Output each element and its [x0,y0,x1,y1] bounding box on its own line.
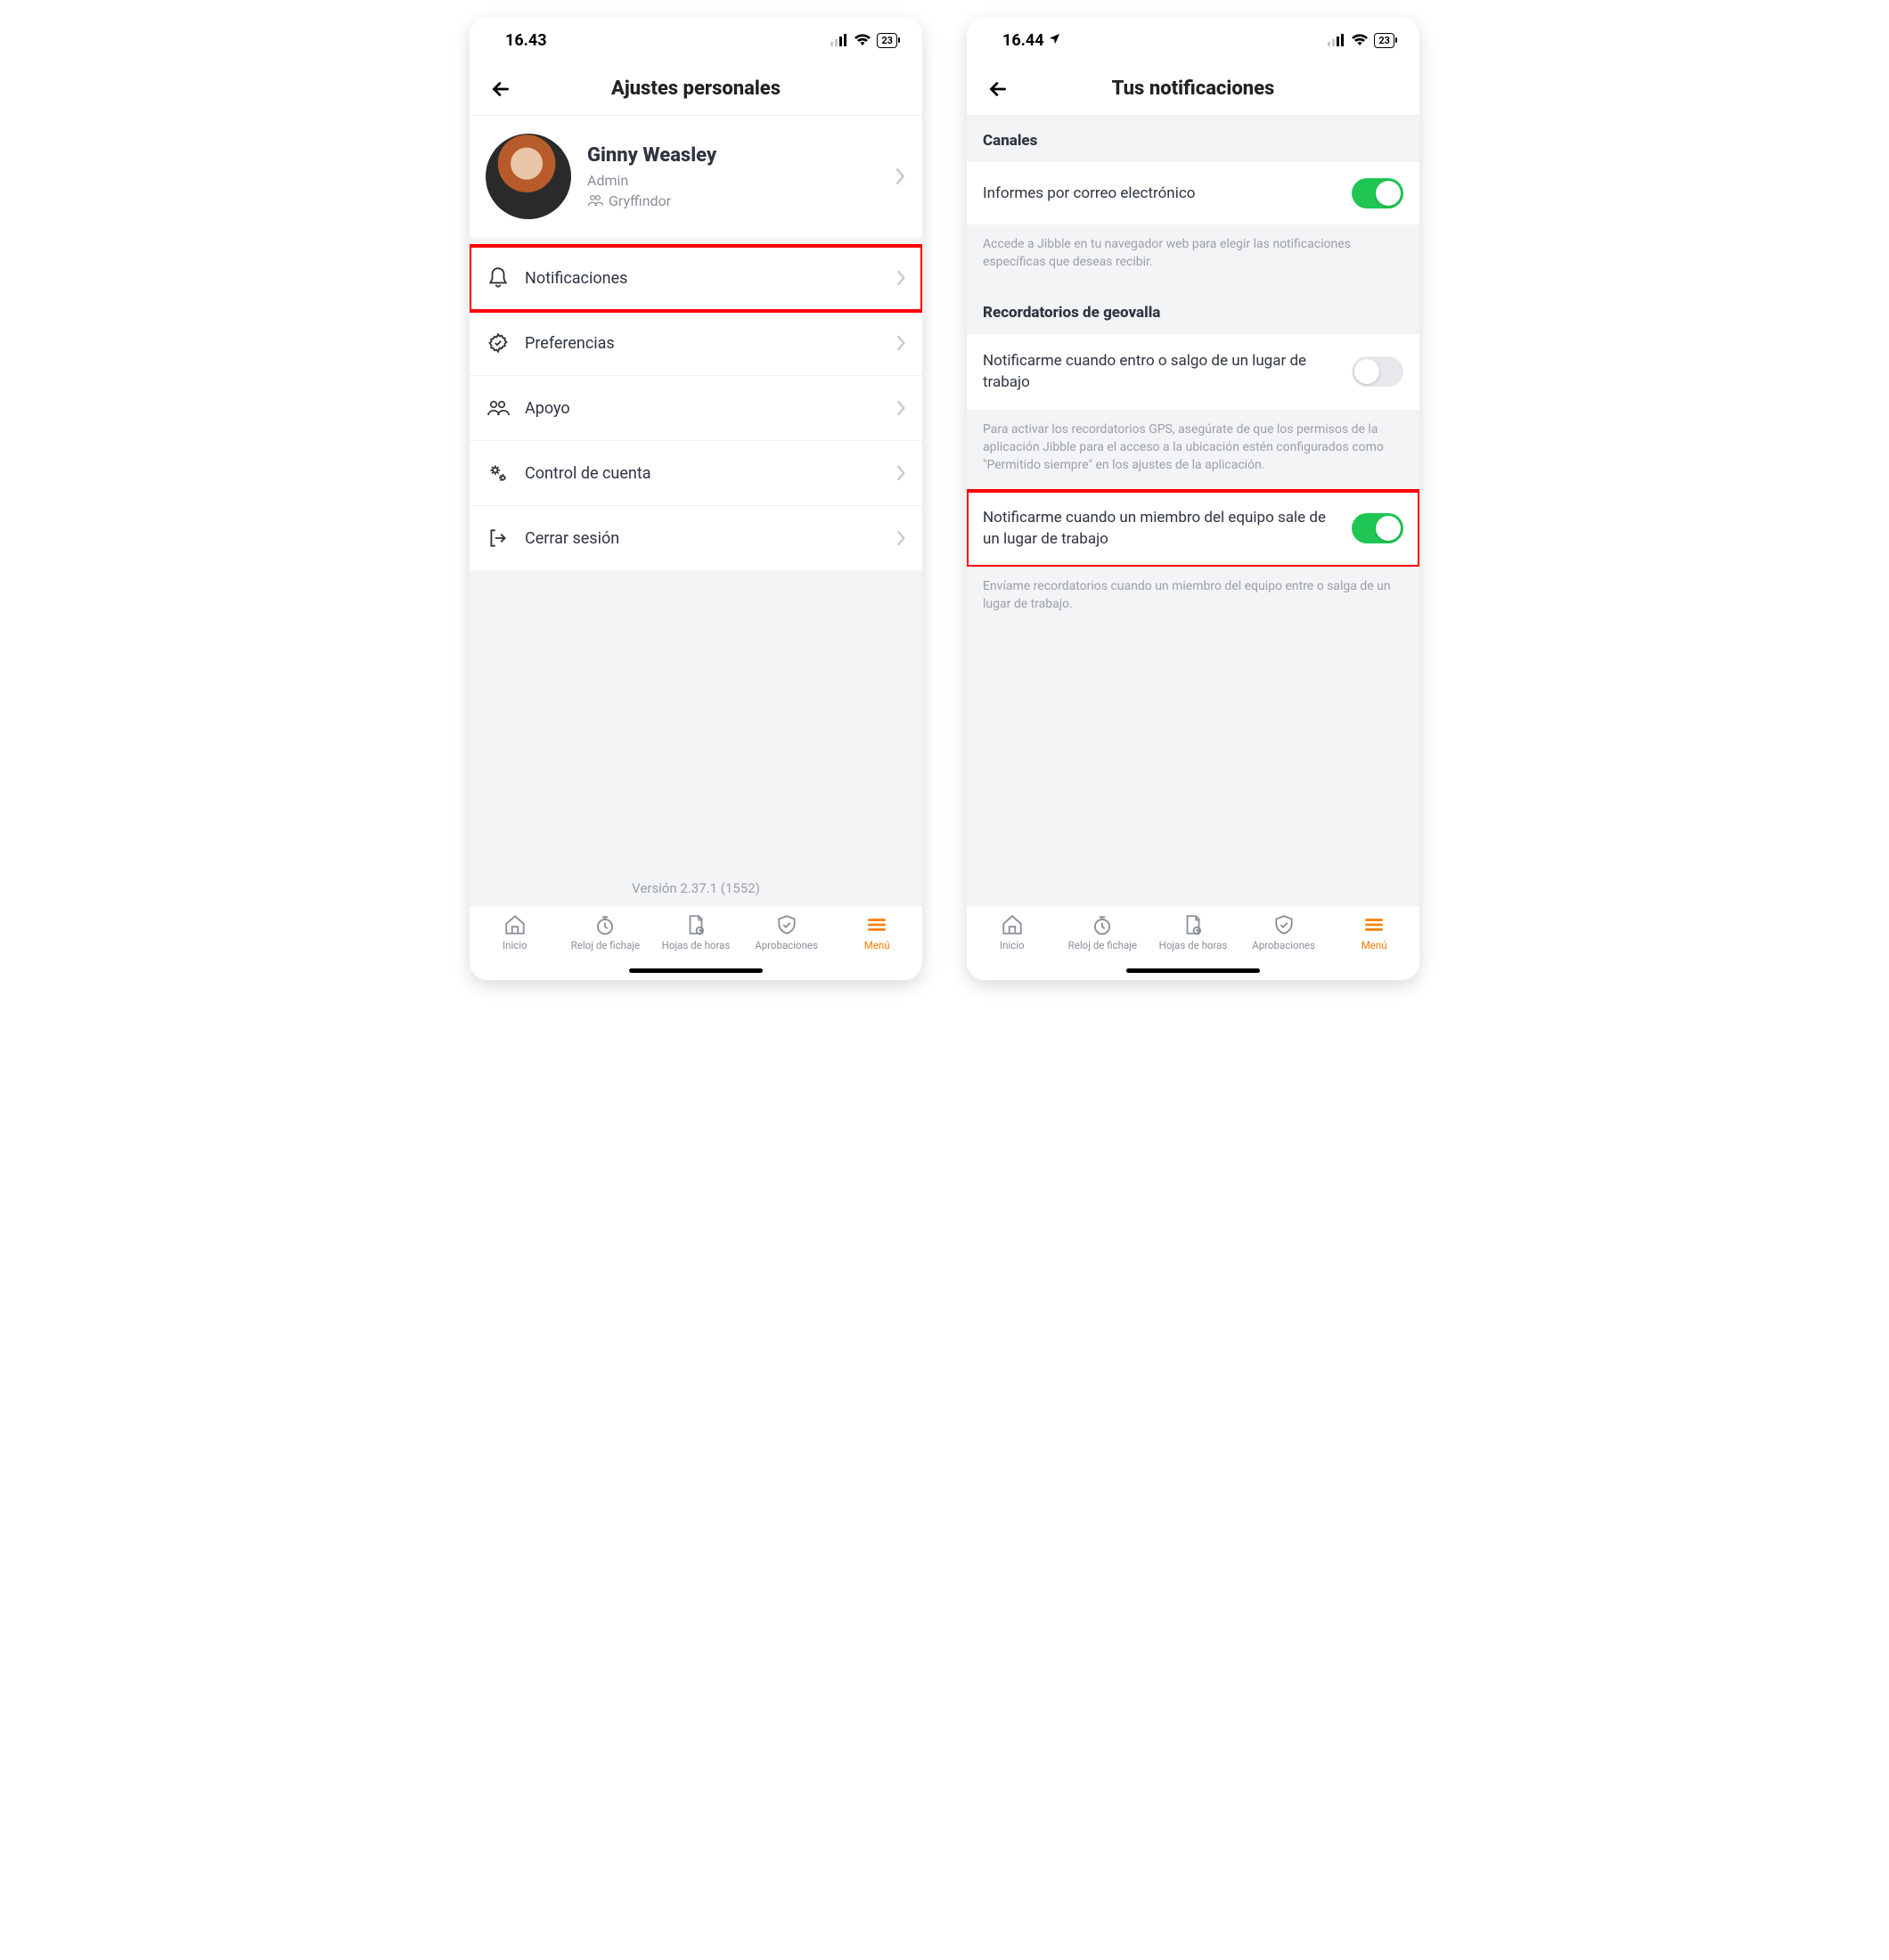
home-indicator [629,968,763,973]
profile-name: Ginny Weasley [587,144,878,167]
tab-approvals[interactable]: Aprobaciones [1239,913,1329,951]
tab-approvals[interactable]: Aprobaciones [741,913,832,951]
chevron-right-icon [895,269,906,287]
status-bar: 16.44 23 [967,18,1419,62]
logout-icon [486,526,511,551]
row-support[interactable]: Apoyo [470,376,922,441]
chevron-right-icon [895,334,906,352]
toggle-label: Notificarme cuando entro o salgo de un l… [983,350,1339,394]
tab-home[interactable]: Inicio [470,913,560,951]
toggle-switch[interactable] [1352,356,1403,387]
status-time: 16.44 [1002,31,1044,50]
row-account-control[interactable]: Control de cuenta [470,441,922,506]
nav-header: Ajustes personales [470,62,922,116]
status-bar: 16.43 23 [470,18,922,62]
help-gps: Para activar los recordatorios GPS, aseg… [967,410,1419,491]
content: Ginny Weasley Admin Gryffindor Notificac… [470,116,922,905]
tab-timesheets[interactable]: Hojas de horas [650,913,741,951]
team-icon [587,194,603,207]
chevron-right-icon [894,167,906,186]
row-label: Notificaciones [525,269,881,288]
cellular-icon [830,34,848,46]
back-button[interactable] [486,74,516,104]
page-title: Ajustes personales [470,78,922,100]
back-button[interactable] [983,74,1013,104]
toggle-label: Informes por correo electrónico [983,183,1339,205]
support-icon [486,396,511,421]
home-indicator [1126,968,1260,973]
row-label: Apoyo [525,399,881,418]
status-time-wrap: 16.44 [1002,31,1061,50]
avatar [486,134,571,219]
settings-list: Notificaciones Preferencias Apoyo [470,246,922,570]
row-logout[interactable]: Cerrar sesión [470,506,922,570]
page-title: Tus notificaciones [967,78,1419,100]
status-icons: 23 [1328,33,1394,48]
gears-icon [486,461,511,486]
help-email: Accede a Jibble en tu navegador web para… [967,225,1419,288]
tab-menu[interactable]: Menú [1329,913,1419,951]
battery-icon: 23 [877,33,897,48]
wifi-icon [1351,34,1369,46]
tab-timeclock[interactable]: Reloj de fichaje [560,913,651,951]
content: Canales Informes por correo electrónico … [967,116,1419,905]
row-label: Control de cuenta [525,464,881,483]
toggle-switch[interactable] [1352,513,1403,543]
tab-timeclock[interactable]: Reloj de fichaje [1058,913,1149,951]
phone-notifications: 16.44 23 Tus notificaciones Canales Info… [967,18,1419,980]
toggle-switch[interactable] [1352,178,1403,208]
profile-role: Admin [587,172,878,189]
row-notifications[interactable]: Notificaciones [470,246,922,311]
row-label: Cerrar sesión [525,529,881,548]
chevron-right-icon [895,464,906,482]
chevron-right-icon [895,529,906,547]
toggle-label: Notificarme cuando un miembro del equipo… [983,507,1339,551]
gear-check-icon [486,331,511,355]
row-preferences[interactable]: Preferencias [470,311,922,376]
section-channels: Canales [967,116,1419,162]
location-arrow-icon [1048,32,1061,45]
cellular-icon [1328,34,1345,46]
tab-timesheets[interactable]: Hojas de horas [1148,913,1239,951]
profile-row[interactable]: Ginny Weasley Admin Gryffindor [470,116,922,237]
wifi-icon [854,34,871,46]
profile-team: Gryffindor [587,192,878,209]
status-time: 16.43 [505,31,547,50]
status-icons: 23 [830,33,897,48]
phone-settings: 16.43 23 Ajustes personales Ginny Weasle… [470,18,922,980]
section-geofence: Recordatorios de geovalla [967,288,1419,334]
bell-icon [486,265,511,290]
toggle-notify-team[interactable]: Notificarme cuando un miembro del equipo… [967,491,1419,567]
nav-header: Tus notificaciones [967,62,1419,116]
profile-info: Ginny Weasley Admin Gryffindor [587,144,878,209]
help-team: Envíame recordatorios cuando un miembro … [967,567,1419,630]
toggle-email-reports[interactable]: Informes por correo electrónico [967,162,1419,225]
battery-icon: 23 [1374,33,1394,48]
toggle-notify-self[interactable]: Notificarme cuando entro o salgo de un l… [967,334,1419,410]
row-label: Preferencias [525,334,881,353]
version-text: Versión 2.37.1 (1552) [470,866,922,905]
chevron-right-icon [895,399,906,417]
tab-home[interactable]: Inicio [967,913,1058,951]
tab-menu[interactable]: Menú [831,913,922,951]
